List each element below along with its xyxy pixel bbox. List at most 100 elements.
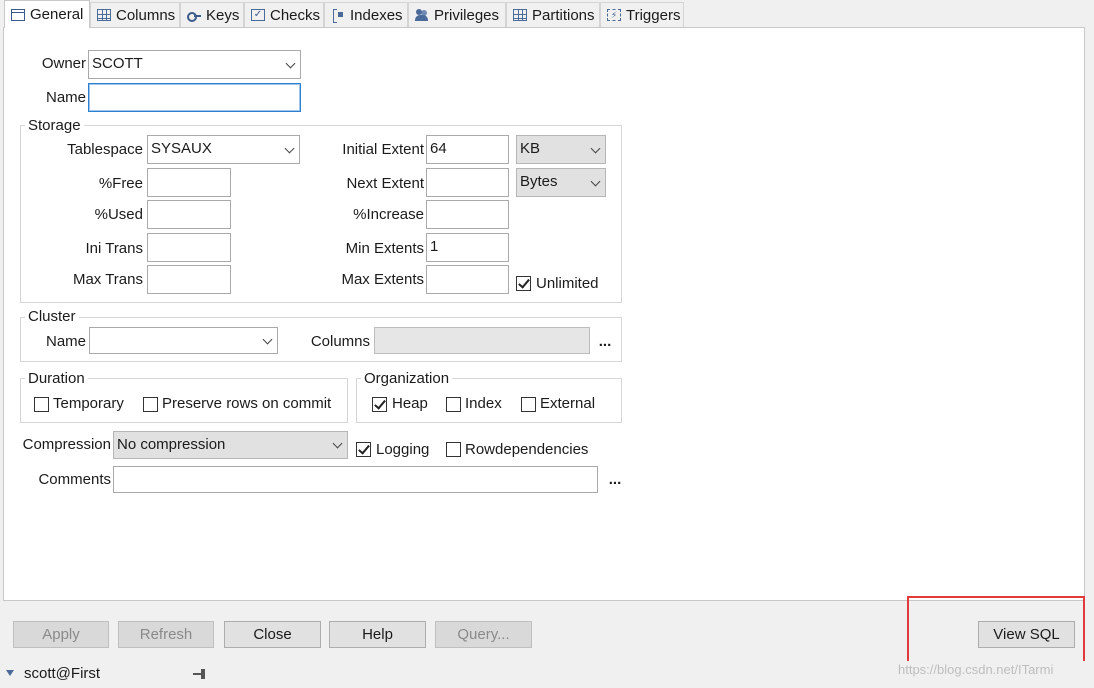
initial-extent-unit-dropdown[interactable]: KB: [516, 135, 606, 164]
tab-label: Indexes: [350, 6, 403, 24]
logging-label: Logging: [376, 441, 430, 458]
tab-general[interactable]: General: [4, 0, 90, 28]
owner-dropdown[interactable]: SCOTT: [88, 50, 301, 79]
unlimited-checkbox[interactable]: [516, 276, 531, 291]
key-icon: [187, 9, 201, 22]
compression-dropdown[interactable]: No compression: [113, 431, 348, 459]
heap-label: Heap: [392, 395, 428, 412]
next-extent-label: Next Extent: [346, 175, 424, 192]
tab-bar: General Columns Keys ✓ Checks Indexes Pr…: [0, 0, 1094, 28]
next-extent-input[interactable]: [426, 168, 509, 197]
used-label: %Used: [94, 206, 143, 223]
min-extents-label: Min Extents: [345, 240, 424, 257]
storage-group-title: Storage: [25, 117, 84, 135]
rowdependencies-checkbox[interactable]: [446, 442, 461, 457]
checks-tab-icon: ✓: [251, 9, 265, 21]
free-label: %Free: [98, 175, 143, 192]
comments-label: Comments: [38, 471, 111, 488]
initial-extent-unit-value: KB: [520, 140, 541, 157]
query-button[interactable]: Query...: [435, 621, 532, 648]
connection-label[interactable]: scott@First: [24, 664, 100, 684]
rowdependencies-label: Rowdependencies: [465, 441, 589, 458]
tab-label: Privileges: [434, 6, 500, 24]
help-button[interactable]: Help: [329, 621, 426, 648]
next-extent-unit-value: Bytes: [520, 173, 558, 190]
name-input[interactable]: [88, 83, 301, 112]
free-input[interactable]: [147, 168, 231, 197]
chevron-down-icon: [332, 438, 343, 449]
preserve-rows-label: Preserve rows on commit: [162, 395, 332, 412]
apply-button[interactable]: Apply: [13, 621, 109, 648]
preserve-rows-checkbox[interactable]: [143, 397, 158, 412]
min-extents-input[interactable]: 1: [426, 233, 509, 262]
temporary-label: Temporary: [53, 395, 124, 412]
ini-trans-input[interactable]: [147, 233, 231, 262]
logging-checkbox[interactable]: [356, 442, 371, 457]
tab-label: Keys: [206, 6, 240, 24]
max-extents-input[interactable]: [426, 265, 509, 294]
help-button-label: Help: [362, 626, 393, 643]
tab-label: Checks: [270, 6, 321, 24]
increase-input[interactable]: [426, 200, 509, 229]
chevron-down-icon: [284, 143, 295, 154]
watermark: https://blog.csdn.net/ITarmi: [898, 662, 1054, 677]
name-label: Name: [45, 89, 86, 106]
index-radio[interactable]: [446, 397, 461, 412]
refresh-button-label: Refresh: [139, 626, 193, 643]
cluster-name-label: Name: [45, 333, 86, 350]
users-icon: [415, 9, 429, 21]
used-input[interactable]: [147, 200, 231, 229]
cluster-name-dropdown[interactable]: [89, 327, 278, 354]
unlimited-label: Unlimited: [536, 275, 599, 292]
cluster-group-title: Cluster: [25, 308, 79, 326]
tab-checks[interactable]: ✓ Checks: [244, 2, 324, 27]
owner-label: Owner: [41, 55, 86, 72]
indexes-tab-icon: [331, 9, 345, 23]
chevron-down-icon: [590, 143, 601, 154]
ini-trans-label: Ini Trans: [85, 240, 143, 257]
max-extents-label: Max Extents: [341, 271, 424, 288]
max-trans-label: Max Trans: [72, 271, 143, 288]
chevron-down-icon: [590, 176, 601, 187]
general-panel: [3, 27, 1085, 601]
tab-partitions[interactable]: Partitions: [506, 2, 600, 27]
tab-columns[interactable]: Columns: [90, 2, 180, 27]
organization-group-title: Organization: [361, 370, 453, 388]
tab-keys[interactable]: Keys: [180, 2, 244, 27]
initial-extent-label: Initial Extent: [342, 141, 424, 158]
compression-label: Compression: [22, 436, 111, 453]
external-radio[interactable]: [521, 397, 536, 412]
tablespace-value: SYSAUX: [151, 140, 212, 157]
heap-radio[interactable]: [372, 397, 387, 412]
tab-indexes[interactable]: Indexes: [324, 2, 408, 27]
cluster-columns-input[interactable]: [374, 327, 590, 354]
external-label: External: [540, 395, 596, 412]
tab-label: Partitions: [532, 6, 595, 24]
general-tab-icon: [11, 8, 25, 21]
tablespace-dropdown[interactable]: SYSAUX: [147, 135, 300, 164]
cluster-columns-more-button[interactable]: ...: [597, 332, 613, 352]
index-label: Index: [465, 395, 502, 412]
comments-input[interactable]: [113, 466, 598, 493]
partitions-tab-icon: [513, 9, 527, 21]
tab-triggers[interactable]: ⚡ Triggers: [600, 2, 684, 27]
max-trans-input[interactable]: [147, 265, 231, 294]
owner-value: SCOTT: [92, 55, 143, 72]
next-extent-unit-dropdown[interactable]: Bytes: [516, 168, 606, 197]
temporary-checkbox[interactable]: [34, 397, 49, 412]
chevron-down-icon: [262, 334, 273, 345]
tab-label: Columns: [116, 6, 176, 24]
comments-more-button[interactable]: ...: [607, 470, 623, 490]
initial-extent-input[interactable]: 64: [426, 135, 509, 164]
refresh-button[interactable]: Refresh: [118, 621, 214, 648]
close-button[interactable]: Close: [224, 621, 321, 648]
close-button-label: Close: [253, 626, 292, 643]
tab-privileges[interactable]: Privileges: [408, 2, 506, 27]
duration-group-title: Duration: [25, 370, 88, 388]
dropdown-triangle-icon[interactable]: [6, 670, 14, 676]
tab-label: Triggers: [626, 6, 681, 24]
triggers-tab-icon: ⚡: [607, 9, 621, 21]
pin-icon[interactable]: [193, 668, 207, 680]
tab-label: General: [30, 6, 84, 23]
columns-tab-icon: [97, 9, 111, 21]
